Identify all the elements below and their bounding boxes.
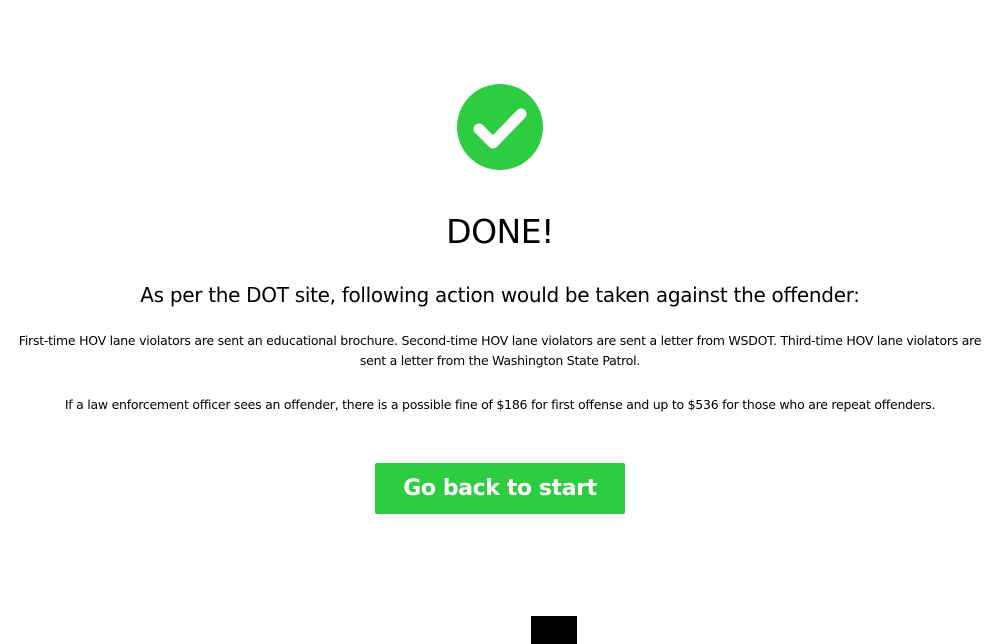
done-page: DONE! As per the DOT site, following act…	[0, 0, 1000, 644]
go-back-to-start-button[interactable]: Go back to start	[375, 463, 625, 514]
black-block	[531, 616, 577, 644]
violator-actions-text: First-time HOV lane violators are sent a…	[18, 333, 982, 368]
action-heading: As per the DOT site, following action wo…	[140, 283, 860, 307]
check-circle-icon	[457, 84, 543, 170]
fine-info-text: If a law enforcement officer sees an off…	[64, 397, 936, 412]
page-title: DONE!	[446, 212, 554, 251]
